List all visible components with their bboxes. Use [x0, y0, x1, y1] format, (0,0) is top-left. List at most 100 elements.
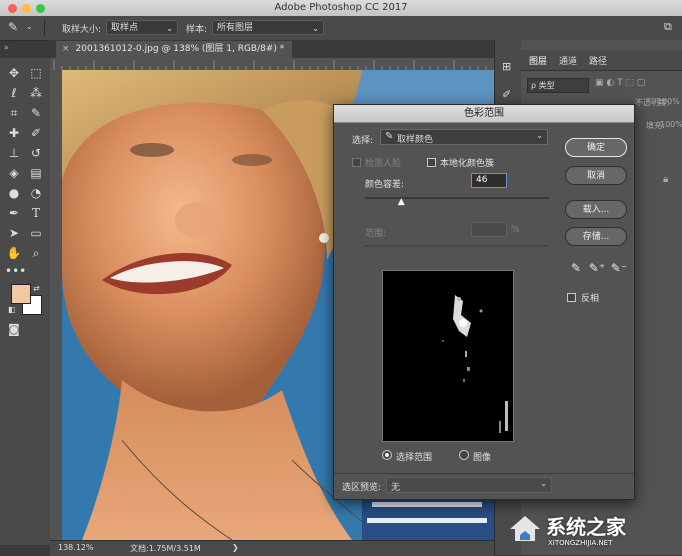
zoom-level[interactable]: 138.12% — [58, 543, 94, 552]
watermark-title: 系统之家 — [546, 515, 626, 539]
save-button[interactable]: 存储... — [565, 227, 627, 246]
selection-preview-label: 选区预览: — [342, 483, 382, 493]
history-panel-icon[interactable]: ⊞ — [502, 60, 511, 73]
zoom-window-button[interactable] — [36, 4, 45, 13]
healing-brush-tool-icon[interactable]: ✚ — [5, 124, 23, 142]
tab-channels[interactable]: 通道 — [559, 54, 577, 67]
close-window-button[interactable] — [8, 4, 17, 13]
brush-tool-icon[interactable]: ✐ — [27, 124, 45, 142]
status-bar: 138.12% 文档:1.75M/3.51M ❯ — [50, 540, 494, 556]
marquee-tool-icon[interactable]: ⬚ — [27, 64, 45, 82]
sample-size-select[interactable]: 取样点 ⌄ — [106, 20, 178, 35]
rectangle-tool-icon[interactable]: ▭ — [27, 224, 45, 242]
blur-tool-icon[interactable]: ● — [5, 184, 23, 202]
tab-layers[interactable]: 图层 — [529, 54, 547, 67]
invert-label: 反相 — [581, 294, 600, 304]
color-range-dialog: 色彩范围 选择: ✎ 取样颜色 ⌄ 检测人脸 本地化颜色簇 颜色容差: 46 ▲… — [333, 104, 635, 500]
dialog-title: 色彩范围 — [334, 105, 634, 123]
select-dropdown[interactable]: ✎ 取样颜色 ⌄ — [380, 129, 548, 145]
clone-stamp-tool-icon[interactable]: ⊥ — [5, 144, 23, 162]
type-tool-icon[interactable]: T — [27, 204, 45, 222]
detect-faces-checkbox[interactable] — [352, 158, 361, 167]
select-label: 选择: — [352, 136, 374, 146]
divider — [334, 473, 634, 474]
watermark-logo: 系统之家 XITONGZHIJIA.NET — [508, 509, 678, 551]
eyedropper-tool-icon[interactable]: ✎ — [27, 104, 45, 122]
eyedropper-icon[interactable]: ✎ — [8, 20, 18, 34]
fill-value[interactable]: 100% — [660, 120, 682, 129]
layer-filter-icons[interactable]: ▣ ◐ T ⬚ ▢ — [595, 78, 645, 88]
fuzziness-slider-thumb[interactable]: ▲ — [398, 197, 405, 207]
close-tab-icon[interactable]: × — [62, 44, 70, 54]
default-colors-icon[interactable]: ◧ — [8, 305, 16, 314]
range-unit: % — [511, 225, 520, 235]
chevron-down-icon[interactable]: ⌄ — [26, 22, 33, 31]
path-selection-tool-icon[interactable]: ➤ — [5, 224, 23, 242]
cancel-button[interactable]: 取消 — [565, 166, 627, 185]
share-icon[interactable]: ⧉ — [664, 20, 672, 34]
gradient-tool-icon[interactable]: ▤ — [27, 164, 45, 182]
magic-wand-tool-icon[interactable]: ⁂ — [27, 84, 45, 102]
more-tools-icon[interactable]: ••• — [5, 262, 26, 280]
title-bar: Adobe Photoshop CC 2017 — [0, 0, 682, 17]
history-brush-tool-icon[interactable]: ↺ — [27, 144, 45, 162]
collapse-toolbar-icon[interactable]: » — [4, 43, 9, 52]
preview-image-label: 图像 — [473, 453, 492, 463]
status-menu-arrow-icon[interactable]: ❯ — [232, 543, 239, 552]
minimize-window-button[interactable] — [22, 4, 31, 13]
document-tab[interactable]: × 20013610​12-0.jpg @ 138% (图层 1, RGB/8#)… — [56, 41, 293, 58]
preview-image-radio[interactable] — [459, 450, 469, 460]
invert-checkbox[interactable] — [567, 293, 576, 302]
eyedropper-icon[interactable]: ✎ — [567, 259, 585, 277]
tools-panel: ✥ ⬚ ℓ ⁂ ⌗ ✎ ✚ ✐ ⊥ ↺ ◈ ▤ ● ◔ ✒ T ➤ ▭ ✋ ⌕ … — [0, 58, 51, 545]
lock-icon: 🔒︎ — [663, 174, 669, 185]
dodge-tool-icon[interactable]: ◔ — [27, 184, 45, 202]
selection-preview-value: 无 — [391, 483, 401, 493]
layer-filter-select[interactable]: ρ 类型 — [527, 78, 589, 93]
document-tab-title: 20013610​12-0.jpg @ 138% (图层 1, RGB/8#) … — [75, 44, 285, 54]
localized-clusters-checkbox[interactable] — [427, 158, 436, 167]
zoom-tool-icon[interactable]: ⌕ — [27, 244, 45, 262]
fuzziness-label: 颜色容差: — [365, 180, 405, 190]
swap-colors-icon[interactable]: ⇄ — [33, 284, 40, 293]
sample-label: 样本: — [186, 25, 208, 35]
preview-selection-label: 选择范围 — [396, 453, 433, 463]
selection-preview-select[interactable]: 无 ⌄ — [386, 477, 552, 493]
sample-size-label: 取样大小: — [62, 25, 102, 35]
fuzziness-input[interactable]: 46 — [471, 173, 507, 188]
panel-tab-bar: 图层 通道 路径 — [521, 50, 682, 71]
mask-preview — [442, 295, 508, 433]
tab-paths[interactable]: 路径 — [589, 54, 607, 67]
house-icon — [508, 513, 542, 543]
chevron-down-icon: ⌄ — [536, 131, 543, 140]
selection-preview-image[interactable] — [382, 270, 514, 442]
move-tool-icon[interactable]: ✥ — [5, 64, 23, 82]
crop-tool-icon[interactable]: ⌗ — [5, 104, 23, 122]
quick-mask-icon[interactable]: ◙ — [5, 320, 23, 338]
detect-faces-label: 检测人脸 — [365, 159, 402, 169]
lasso-tool-icon[interactable]: ℓ — [5, 84, 23, 102]
foreground-color-swatch[interactable] — [11, 284, 31, 304]
hand-tool-icon[interactable]: ✋ — [5, 244, 23, 262]
pen-tool-icon[interactable]: ✒ — [5, 204, 23, 222]
brush-panel-icon[interactable]: ✐ — [502, 88, 511, 101]
preview-selection-radio[interactable] — [382, 450, 392, 460]
sample-select[interactable]: 所有图层 ⌄ — [212, 20, 324, 35]
fuzziness-value: 46 — [476, 175, 488, 185]
localized-clusters-label: 本地化颜色簇 — [440, 159, 495, 169]
range-input[interactable] — [471, 222, 507, 237]
document-size: 文档:1.75M/3.51M — [130, 544, 201, 553]
sample-size-value: 取样点 — [111, 23, 139, 33]
watermark-url: XITONGZHIJIA.NET — [548, 539, 613, 547]
ok-button[interactable]: 确定 — [565, 138, 627, 157]
opacity-value[interactable]: 100% — [657, 97, 680, 106]
eraser-tool-icon[interactable]: ◈ — [5, 164, 23, 182]
range-slider-track — [365, 245, 549, 247]
eyedropper-plus-icon[interactable]: ✎⁺ — [588, 259, 606, 277]
chevron-down-icon: ⌄ — [540, 479, 547, 488]
eyedropper-minus-icon[interactable]: ✎⁻ — [610, 259, 628, 277]
load-button[interactable]: 载入... — [565, 200, 627, 219]
select-value: 取样颜色 — [397, 135, 434, 145]
ruler-ticks — [53, 60, 487, 70]
fuzziness-slider-track[interactable] — [365, 197, 549, 199]
